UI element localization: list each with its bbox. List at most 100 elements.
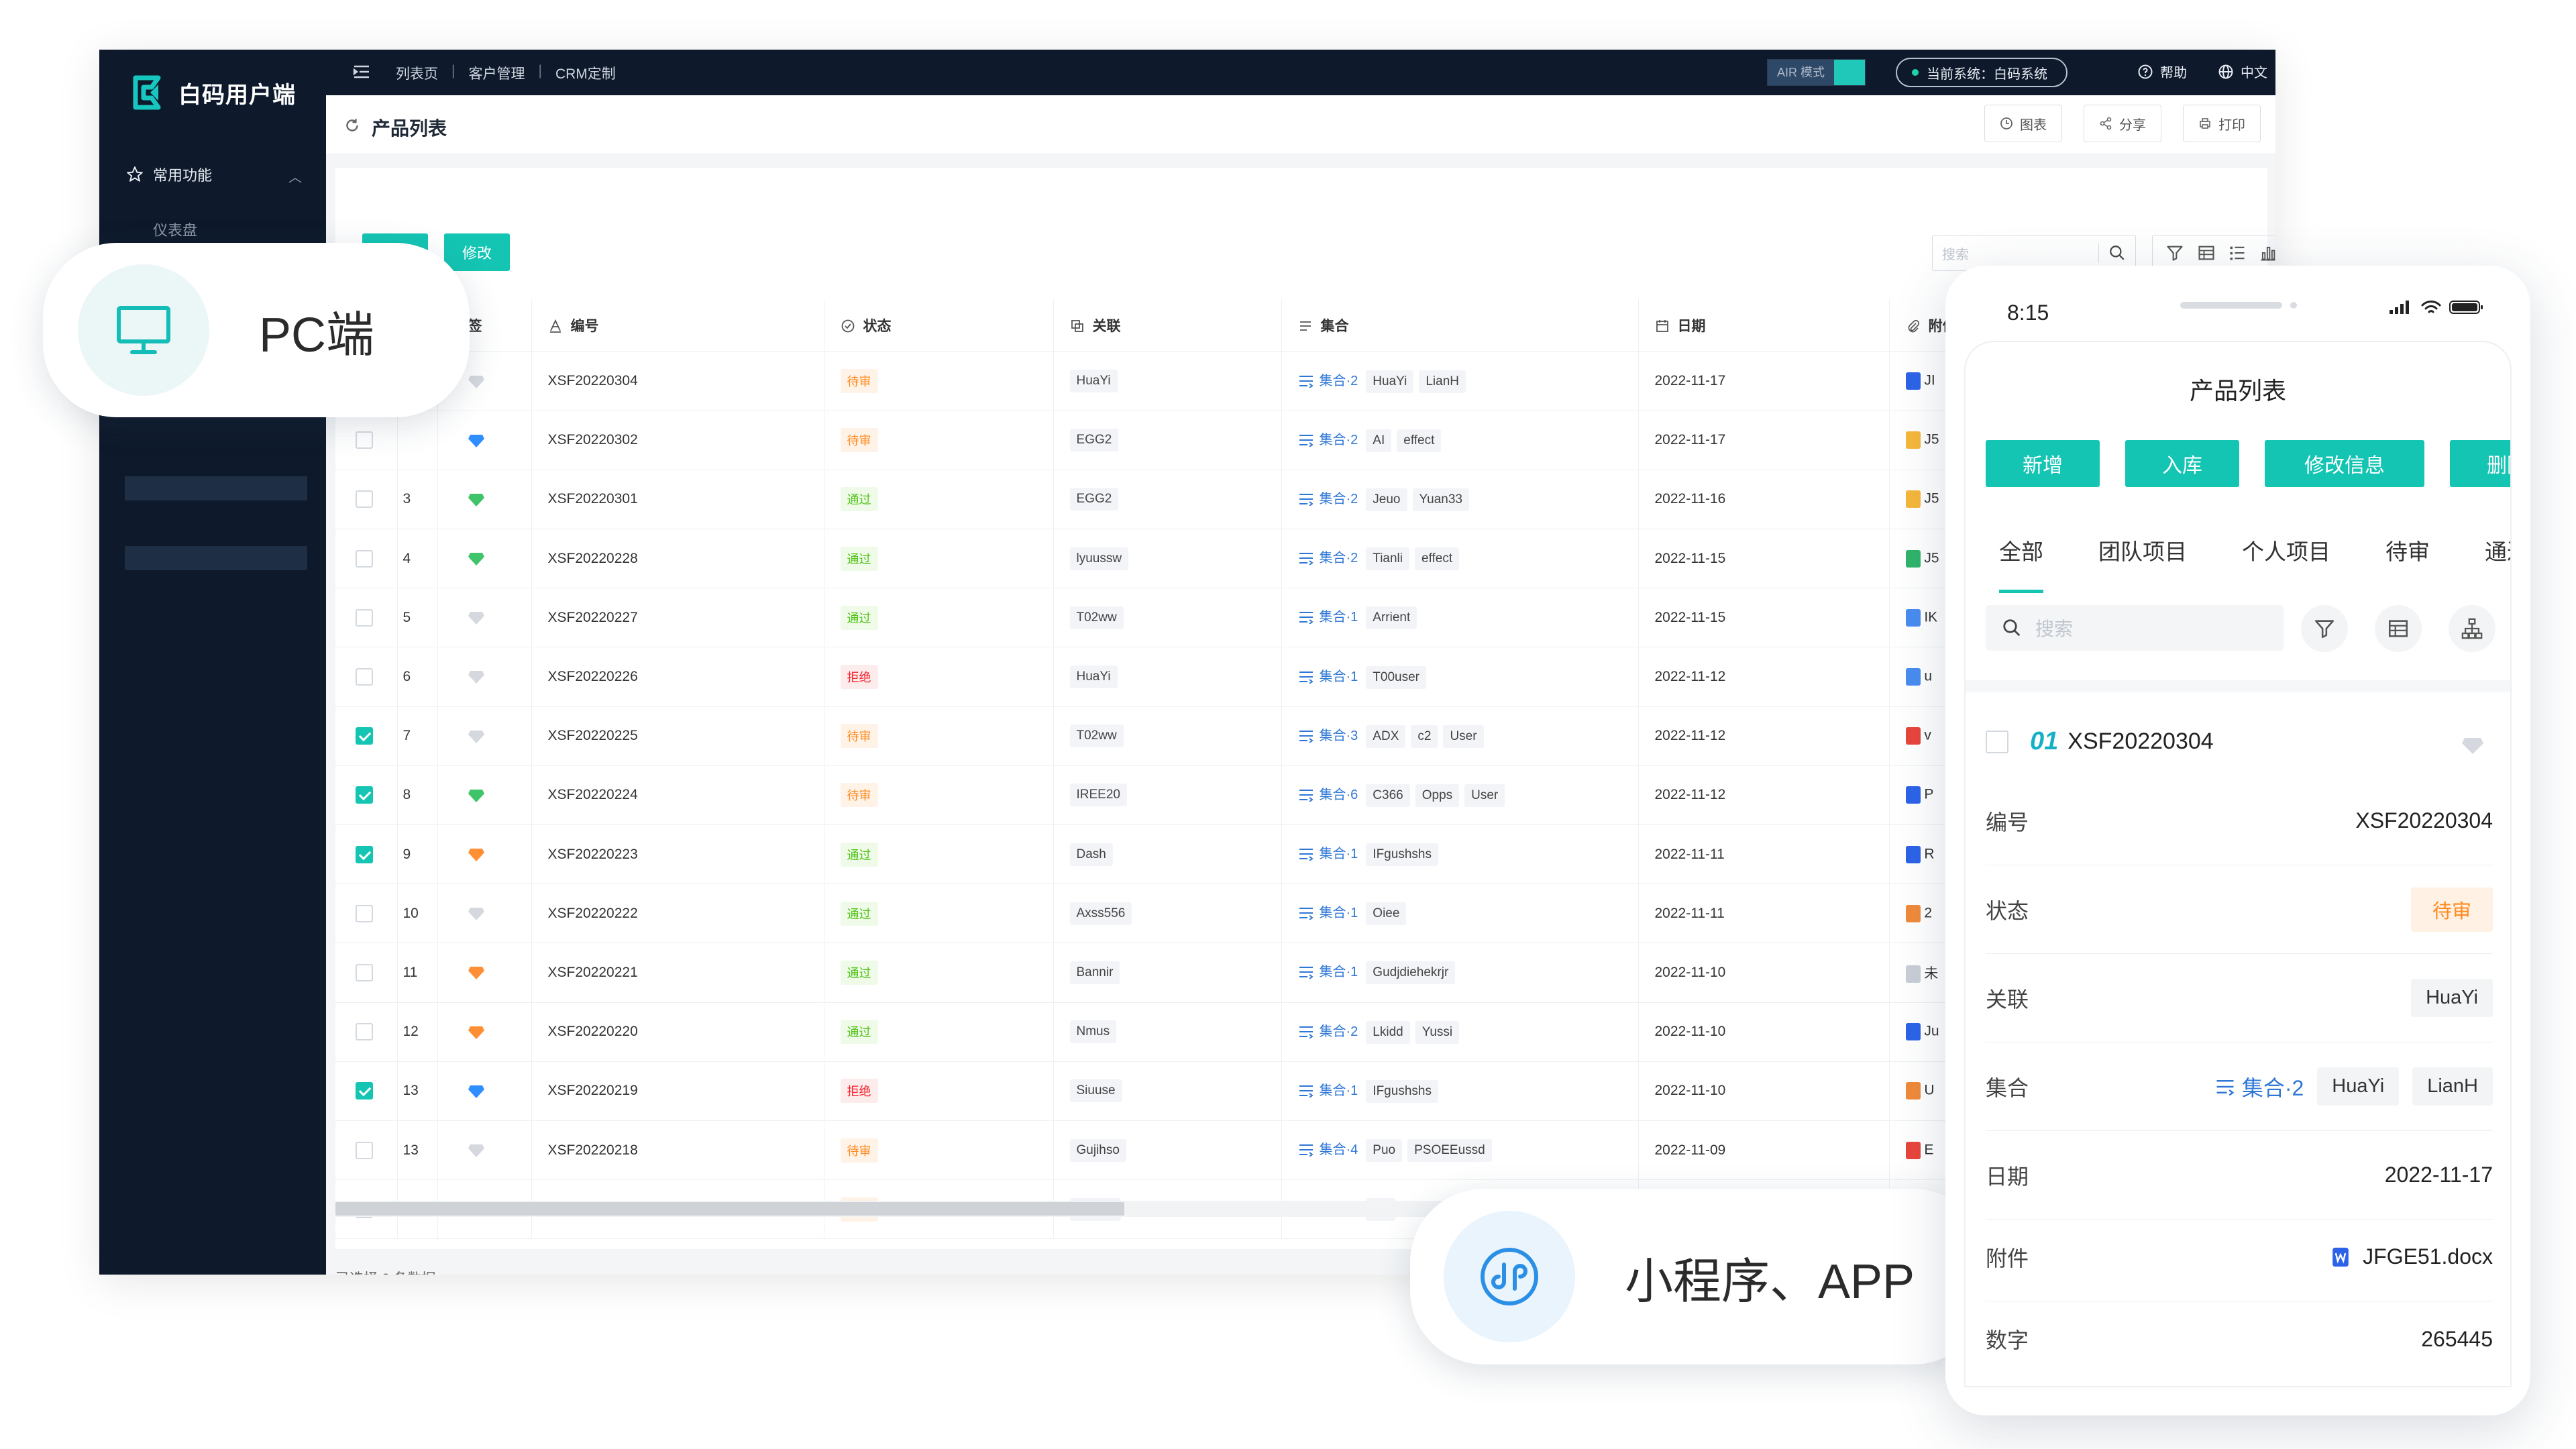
relation-chip[interactable]: Nmus: [1069, 1020, 1117, 1044]
set-chip[interactable]: Oiee: [1366, 902, 1407, 926]
set-chip[interactable]: PSOEEussd: [1407, 1139, 1492, 1163]
tab-personal-projects[interactable]: 个人项目: [2242, 534, 2330, 566]
table-row[interactable]: 4 XSF20220228 通过 lyuussw 集合·2 Tianli effect 202…: [335, 529, 2165, 589]
relation-chip[interactable]: Dash: [1069, 843, 1113, 866]
bar-chart-icon[interactable]: [2259, 244, 2275, 262]
list-settings-icon[interactable]: [2228, 244, 2247, 262]
relation-chip[interactable]: IREE20: [1069, 784, 1127, 807]
column-header-relation[interactable]: 关联: [1053, 299, 1282, 352]
row-checkbox[interactable]: [356, 1023, 373, 1041]
sidebar-item-placeholder[interactable]: [125, 476, 307, 500]
table-view-icon[interactable]: [2197, 244, 2216, 262]
set-chip[interactable]: AI: [1366, 429, 1392, 452]
set-chip[interactable]: Opps: [1415, 784, 1460, 807]
set-chip[interactable]: ADX: [1366, 724, 1406, 748]
set-link[interactable]: 集合·1: [1320, 847, 1358, 861]
phone-search-input[interactable]: 搜索: [2035, 614, 2073, 641]
phone-delete-button[interactable]: 删除: [2450, 440, 2510, 487]
phone-filter-button[interactable]: [2301, 605, 2348, 652]
set-chip[interactable]: Jeuo: [1366, 488, 1407, 511]
set-link[interactable]: 集合·1: [1320, 906, 1358, 920]
table-row[interactable]: 6 XSF20220226 拒绝 HuaYi 集合·1 T00user 2022-11-12…: [335, 647, 2165, 707]
record-checkbox[interactable]: [1986, 730, 2008, 753]
relation-chip[interactable]: HuaYi: [2411, 979, 2493, 1017]
tab-team-projects[interactable]: 团队项目: [2098, 534, 2187, 566]
share-button[interactable]: 分享: [2084, 105, 2161, 142]
edit-button[interactable]: 修改: [444, 233, 510, 271]
column-header-status[interactable]: 状态: [824, 299, 1054, 352]
table-row[interactable]: 5 XSF20220227 通过 T02ww 集合·1 Arrient 2022-11-15…: [335, 588, 2165, 648]
set-chip[interactable]: User: [1443, 724, 1484, 748]
table-row[interactable]: 7 XSF20220225 待审 T02ww 集合·3 ADX c2 User 2022-11-…: [335, 706, 2165, 766]
filter-icon[interactable]: [2165, 244, 2184, 262]
search-input[interactable]: 搜索: [1933, 244, 2098, 263]
tab-approved[interactable]: 通过: [2485, 534, 2510, 566]
table-row[interactable]: 10 XSF20220222 通过 Axss556 集合·1 Oiee 2022-11-11…: [335, 883, 2165, 944]
breadcrumb-item[interactable]: 列表页: [396, 63, 438, 83]
set-link[interactable]: 集合·2: [1320, 433, 1358, 447]
sidebar-group-common[interactable]: 常用功能 ︿: [126, 164, 307, 185]
set-chip[interactable]: Tianli: [1366, 547, 1409, 571]
row-checkbox[interactable]: [356, 786, 373, 804]
column-header-date[interactable]: 日期: [1638, 299, 1890, 352]
set-chip[interactable]: LianH: [2412, 1067, 2493, 1106]
row-checkbox[interactable]: [356, 904, 373, 922]
set-chip[interactable]: effect: [1397, 429, 1442, 452]
set-chip[interactable]: Lkidd: [1366, 1020, 1410, 1044]
row-checkbox[interactable]: [356, 668, 373, 686]
column-header-set[interactable]: 集合: [1281, 299, 1639, 352]
set-chip[interactable]: C366: [1366, 784, 1410, 807]
set-link[interactable]: 集合·1: [1320, 1083, 1358, 1098]
set-chip[interactable]: IFgushshs: [1366, 843, 1438, 867]
app-logo[interactable]: 白码用户端: [131, 75, 296, 110]
phone-edit-info-button[interactable]: 修改信息: [2265, 440, 2424, 487]
row-checkbox[interactable]: [356, 727, 373, 745]
table-row[interactable]: 13 XSF20220218 待审 Gujihso 集合·4 Puo PSOEEussd 20…: [335, 1120, 2165, 1181]
set-chip[interactable]: Yuan33: [1412, 488, 1469, 511]
tab-pending[interactable]: 待审: [2385, 534, 2430, 566]
row-checkbox[interactable]: [356, 549, 373, 568]
table-row[interactable]: 12 XSF20220220 通过 Nmus 集合·2 Lkidd Yussi 2022-11…: [335, 1002, 2165, 1062]
set-chip[interactable]: c2: [1411, 724, 1438, 748]
phone-stock-in-button[interactable]: 入库: [2125, 440, 2239, 487]
row-checkbox[interactable]: [356, 608, 373, 627]
attachment-link[interactable]: JFGE51.docx: [2332, 1244, 2493, 1269]
phone-add-button[interactable]: 新增: [1986, 440, 2100, 487]
relation-chip[interactable]: Siuuse: [1069, 1079, 1122, 1103]
set-chip[interactable]: Arrient: [1366, 606, 1417, 630]
row-checkbox[interactable]: [356, 845, 373, 863]
chevron-up-icon[interactable]: ︿: [288, 166, 302, 186]
menu-fold-icon[interactable]: [353, 64, 370, 79]
row-checkbox[interactable]: [356, 1141, 373, 1159]
relation-chip[interactable]: EGG2: [1069, 429, 1119, 452]
set-chip[interactable]: Gudjdiehekrjr: [1366, 961, 1456, 985]
set-link[interactable]: 集合·3: [1320, 729, 1358, 743]
sidebar-item-dashboard[interactable]: 仪表盘: [153, 219, 197, 240]
phone-hierarchy-button[interactable]: [2449, 605, 2496, 652]
table-row[interactable]: 9 XSF20220223 通过 Dash 集合·1 IFgushshs 2022-11-1…: [335, 824, 2165, 885]
set-link[interactable]: 集合·2: [1320, 492, 1358, 506]
set-link[interactable]: 集合·2: [1320, 551, 1358, 566]
set-chip[interactable]: Puo: [1366, 1139, 1403, 1163]
relation-chip[interactable]: HuaYi: [1069, 665, 1118, 689]
set-link[interactable]: 集合·1: [1320, 610, 1358, 625]
row-checkbox[interactable]: [356, 490, 373, 508]
refresh-icon[interactable]: [343, 117, 361, 134]
table-row[interactable]: 3 XSF20220301 通过 EGG2 集合·2 Jeuo Yuan33 2022-11-…: [335, 470, 2165, 530]
print-button[interactable]: 打印: [2183, 105, 2261, 142]
set-link[interactable]: 集合·6: [1320, 788, 1358, 802]
tab-all[interactable]: 全部: [1999, 534, 2043, 593]
table-row[interactable]: XSF20220304 待审 HuaYi 集合·2 HuaYi LianH 2022-11-…: [335, 352, 2165, 411]
relation-chip[interactable]: T02ww: [1069, 724, 1124, 748]
set-chip[interactable]: LianH: [1419, 370, 1466, 393]
set-link[interactable]: 集合·1: [1320, 669, 1358, 684]
set-chip[interactable]: HuaYi: [2317, 1067, 2400, 1106]
table-row[interactable]: XSF20220302 待审 EGG2 集合·2 AI effect 2022-11-17 …: [335, 411, 2165, 470]
help-link[interactable]: 帮助: [2137, 62, 2187, 81]
scrollbar-thumb[interactable]: [335, 1202, 1124, 1216]
relation-chip[interactable]: T02ww: [1069, 606, 1124, 629]
set-link[interactable]: 集合·2: [1320, 1024, 1358, 1039]
relation-chip[interactable]: HuaYi: [1069, 370, 1118, 393]
set-chip[interactable]: User: [1464, 784, 1505, 807]
set-chip[interactable]: Yussi: [1415, 1020, 1460, 1044]
